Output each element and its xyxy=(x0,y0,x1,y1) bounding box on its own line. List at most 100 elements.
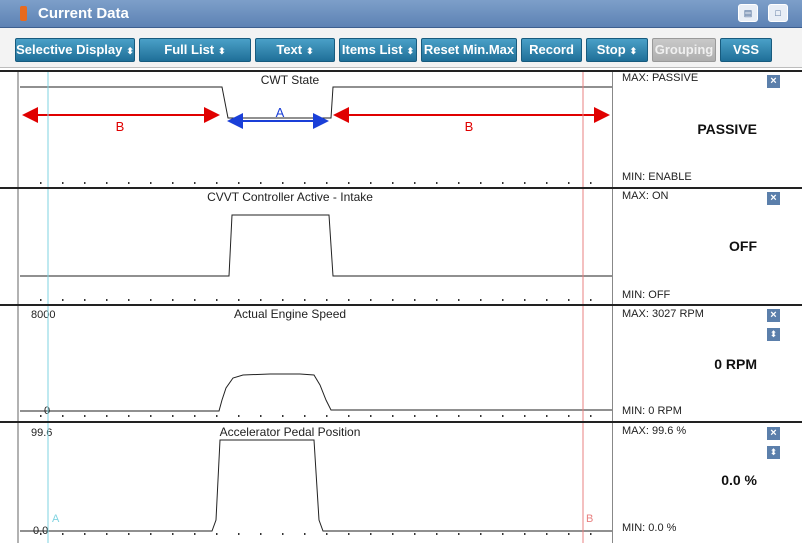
tick-mark xyxy=(150,533,152,535)
tick-mark xyxy=(40,299,42,301)
tick-mark xyxy=(62,182,64,184)
accelerator-trace xyxy=(20,439,612,532)
tick-mark xyxy=(392,299,394,301)
tick-mark xyxy=(150,182,152,184)
window-titlebar: Current Data ▤ □ xyxy=(0,0,802,28)
tick-mark xyxy=(62,533,64,535)
tick-mark xyxy=(348,182,350,184)
reset-min-max-label: Reset Min.Max xyxy=(423,42,515,57)
vss-button[interactable]: VSS xyxy=(720,38,772,62)
y-max-label: 8000 xyxy=(31,309,55,321)
graph-area: CWT State A B B CVVT Controller Active -… xyxy=(0,70,612,543)
tick-mark xyxy=(172,182,174,184)
stop-button[interactable]: Stop ⬍ xyxy=(586,38,648,62)
graph-divider xyxy=(0,421,802,423)
tick-mark xyxy=(40,182,42,184)
tick-mark xyxy=(326,533,328,535)
tick-mark xyxy=(414,415,416,417)
tick-mark xyxy=(172,415,174,417)
close-icon[interactable]: × xyxy=(766,308,781,323)
resize-icon[interactable]: ⬍ xyxy=(766,327,781,342)
selective-display-label: Selective Display xyxy=(16,42,123,57)
tick-mark xyxy=(106,182,108,184)
updown-icon: ⬍ xyxy=(406,46,415,56)
close-icon[interactable]: × xyxy=(766,426,781,441)
updown-icon: ⬍ xyxy=(218,46,226,56)
tick-mark xyxy=(260,533,262,535)
tick-mark xyxy=(304,533,306,535)
tick-mark xyxy=(84,533,86,535)
current-value: OFF xyxy=(729,238,757,254)
updown-icon: ⬍ xyxy=(629,46,638,56)
grouping-button[interactable]: Grouping xyxy=(652,38,716,62)
tick-mark xyxy=(436,182,438,184)
tick-mark xyxy=(392,182,394,184)
tick-mark xyxy=(62,299,64,301)
tick-mark xyxy=(304,415,306,417)
items-list-button[interactable]: Items List ⬍ xyxy=(339,38,417,62)
max-label: MAX: 99.6 % xyxy=(622,425,687,437)
text-button[interactable]: Text ⬍ xyxy=(255,38,335,62)
tick-mark xyxy=(194,182,196,184)
grouping-label: Grouping xyxy=(654,42,714,57)
tick-mark xyxy=(524,415,526,417)
value-panel xyxy=(612,70,802,543)
tick-mark xyxy=(370,415,372,417)
tick-mark xyxy=(238,299,240,301)
tick-mark xyxy=(84,415,86,417)
tick-mark xyxy=(260,415,262,417)
tick-mark xyxy=(150,299,152,301)
tick-mark xyxy=(216,299,218,301)
current-value: PASSIVE xyxy=(697,121,757,137)
tick-mark xyxy=(546,182,548,184)
tick-mark xyxy=(414,182,416,184)
tick-mark xyxy=(458,299,460,301)
tick-mark xyxy=(84,182,86,184)
tick-mark xyxy=(436,299,438,301)
tick-mark xyxy=(590,533,592,535)
tick-mark xyxy=(568,415,570,417)
tick-mark xyxy=(348,533,350,535)
current-value: 0.0 % xyxy=(721,472,757,488)
stop-label: Stop xyxy=(596,42,626,57)
tick-mark xyxy=(414,533,416,535)
full-list-button[interactable]: Full List ⬍ xyxy=(139,38,251,62)
graph-cvvt-controller: CVVT Controller Active - Intake xyxy=(20,190,612,301)
print-icon[interactable]: ▤ xyxy=(738,4,758,22)
tick-mark xyxy=(546,415,548,417)
label-b-right: B xyxy=(465,119,474,134)
tick-mark xyxy=(150,415,152,417)
max-label: MAX: 3027 RPM xyxy=(622,308,704,320)
tick-mark xyxy=(480,415,482,417)
tick-mark xyxy=(128,299,130,301)
graph-title: Accelerator Pedal Position xyxy=(220,425,361,439)
close-icon[interactable]: × xyxy=(766,74,781,89)
selective-display-button[interactable]: Selective Display ⬍ xyxy=(15,38,135,62)
tick-mark xyxy=(282,182,284,184)
tick-mark xyxy=(392,533,394,535)
tick-mark xyxy=(590,182,592,184)
tick-mark xyxy=(260,299,262,301)
text-label: Text xyxy=(276,42,303,57)
tick-mark xyxy=(326,415,328,417)
cwt-state-trace xyxy=(20,86,612,119)
tick-mark xyxy=(568,299,570,301)
restore-icon[interactable]: □ xyxy=(768,4,788,22)
graph-title: CVVT Controller Active - Intake xyxy=(207,190,373,204)
tick-mark xyxy=(216,415,218,417)
reset-min-max-button[interactable]: Reset Min.Max xyxy=(421,38,517,62)
graph-divider xyxy=(0,304,802,306)
graph-accelerator-pedal: 99.6 Accelerator Pedal Position 0.0 xyxy=(20,425,612,537)
tick-mark xyxy=(216,182,218,184)
record-button[interactable]: Record xyxy=(521,38,582,62)
tick-mark xyxy=(282,415,284,417)
tick-mark xyxy=(128,533,130,535)
tick-mark xyxy=(436,533,438,535)
close-icon[interactable]: × xyxy=(766,191,781,206)
tick-mark xyxy=(370,533,372,535)
tick-mark xyxy=(348,299,350,301)
resize-icon[interactable]: ⬍ xyxy=(766,445,781,460)
tick-mark xyxy=(546,533,548,535)
items-list-label: Items List xyxy=(341,42,403,57)
tick-mark xyxy=(304,182,306,184)
